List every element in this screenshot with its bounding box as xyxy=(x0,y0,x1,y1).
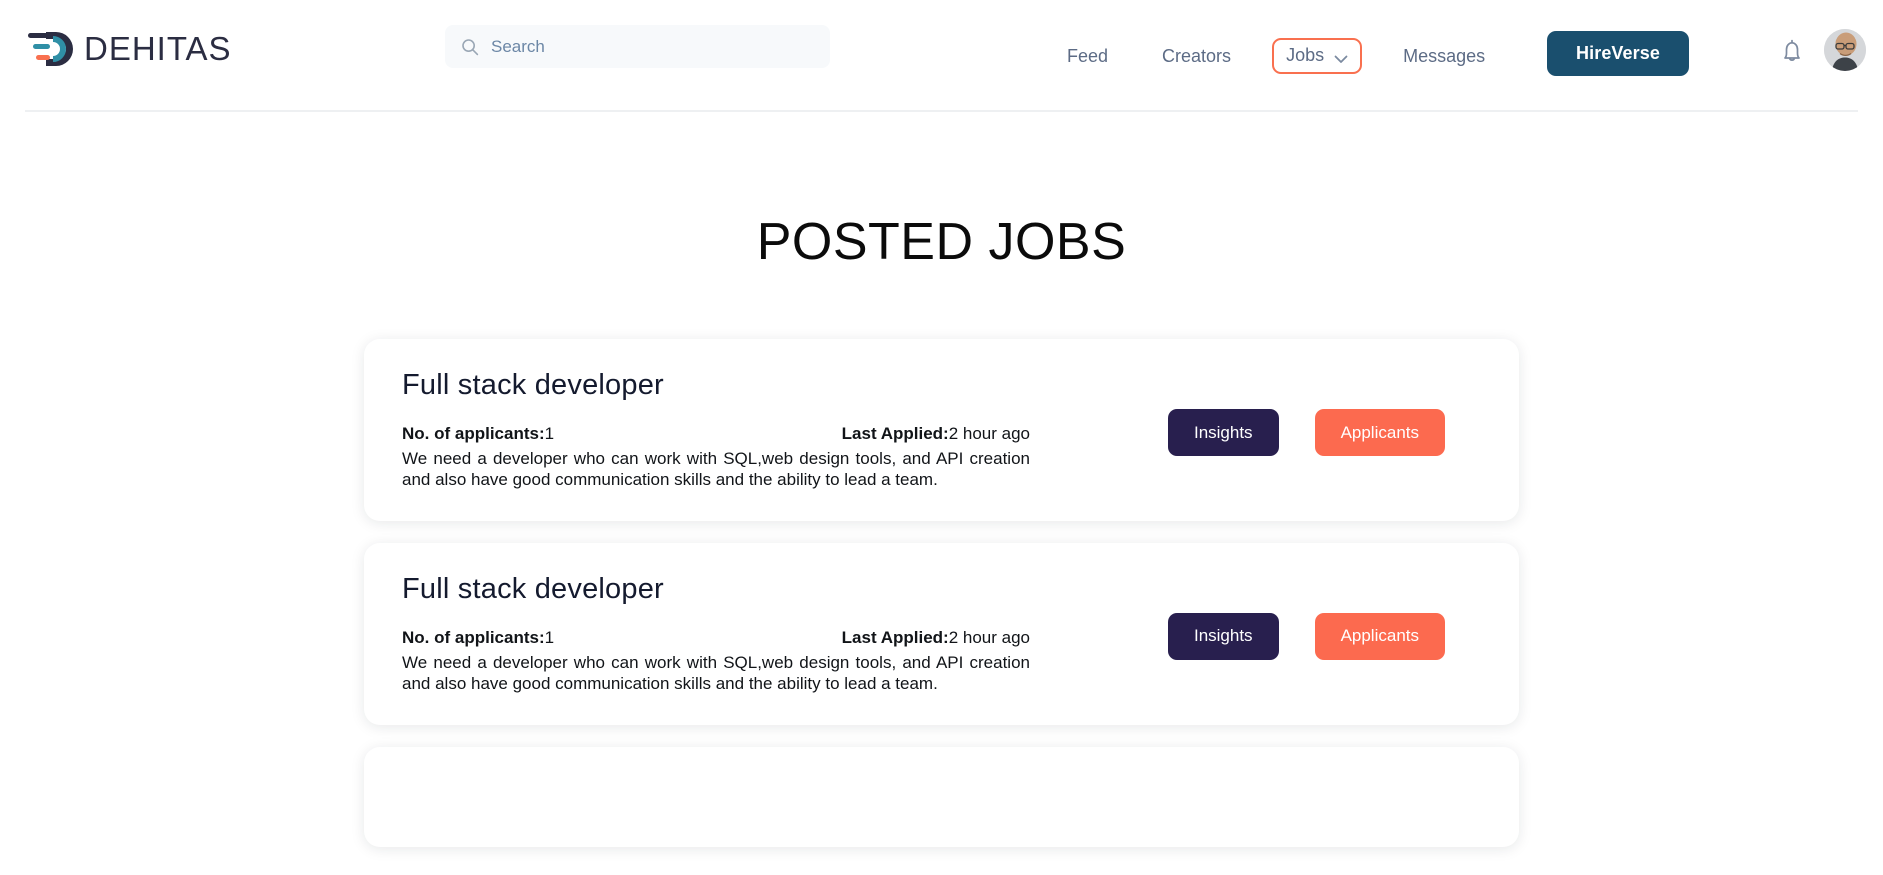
job-description: We need a developer who can work with SQ… xyxy=(402,652,1030,694)
job-meta: No. of applicants:1 Last Applied:2 hour … xyxy=(402,424,1030,444)
applicants-button[interactable]: Applicants xyxy=(1314,409,1445,456)
job-actions: Insights Applicants xyxy=(1167,612,1445,660)
dehitas-logo-mark-icon xyxy=(26,26,86,72)
last-applied-label: Last Applied: xyxy=(841,627,949,647)
applicants-count: No. of applicants:1 xyxy=(402,424,554,444)
notifications-button[interactable] xyxy=(1777,35,1807,69)
chevron-down-icon xyxy=(1334,51,1348,63)
last-applied: Last Applied:2 hour ago xyxy=(842,628,1030,648)
insights-button[interactable]: Insights xyxy=(1167,409,1279,456)
job-card[interactable]: Full stack developer No. of applicants:1… xyxy=(364,339,1519,521)
nav-item-jobs-label: Jobs xyxy=(1286,45,1325,65)
posted-jobs-list: Full stack developer No. of applicants:1… xyxy=(0,339,1883,847)
nav-item-messages[interactable]: Messages xyxy=(1376,46,1512,67)
search-box[interactable] xyxy=(445,25,830,68)
hireverse-button[interactable]: HireVerse xyxy=(1547,31,1689,76)
job-details: Full stack developer No. of applicants:1… xyxy=(402,573,1030,695)
user-avatar[interactable] xyxy=(1824,29,1866,71)
job-card[interactable]: Full stack developer No. of applicants:1… xyxy=(364,542,1519,725)
job-card[interactable] xyxy=(364,746,1519,847)
applicants-value: 1 xyxy=(544,424,555,443)
job-meta: No. of applicants:1 Last Applied:2 hour … xyxy=(402,628,1030,648)
job-title: Full stack developer xyxy=(402,369,664,401)
main-nav: Feed Creators Jobs Messages xyxy=(1040,0,1512,112)
applicants-label: No. of applicants: xyxy=(402,627,545,647)
applicants-button[interactable]: Applicants xyxy=(1314,612,1445,660)
job-details: Full stack developer No. of applicants:1… xyxy=(402,369,1030,491)
insights-button[interactable]: Insights xyxy=(1167,612,1279,660)
applicants-label: No. of applicants: xyxy=(402,424,545,443)
search-input[interactable] xyxy=(491,36,814,57)
nav-item-feed[interactable]: Feed xyxy=(1040,46,1135,67)
bell-icon xyxy=(1777,39,1807,72)
job-description: We need a developer who can work with SQ… xyxy=(402,449,1030,490)
job-details xyxy=(402,777,1030,799)
brand-logo[interactable]: DEHITAS xyxy=(26,26,232,72)
main-content: POSTED JOBS Full stack developer No. of … xyxy=(0,112,1883,875)
search-icon xyxy=(461,38,479,56)
nav-item-jobs-dropdown[interactable]: Jobs xyxy=(1272,38,1363,74)
last-applied-label: Last Applied: xyxy=(841,424,949,443)
last-applied-value: 2 hour ago xyxy=(948,627,1030,647)
applicants-value: 1 xyxy=(544,627,555,647)
job-title: Full stack developer xyxy=(402,572,664,605)
last-applied: Last Applied:2 hour ago xyxy=(842,424,1030,444)
last-applied-value: 2 hour ago xyxy=(948,424,1030,443)
job-actions: Insights Applicants xyxy=(1167,409,1445,456)
applicants-count: No. of applicants:1 xyxy=(402,628,554,648)
app-header: DEHITAS Feed Creators Jobs Messages Hire… xyxy=(0,0,1883,112)
page-title: POSTED JOBS xyxy=(756,213,1127,271)
brand-name: DEHITAS xyxy=(84,30,232,67)
nav-item-creators[interactable]: Creators xyxy=(1135,46,1258,67)
